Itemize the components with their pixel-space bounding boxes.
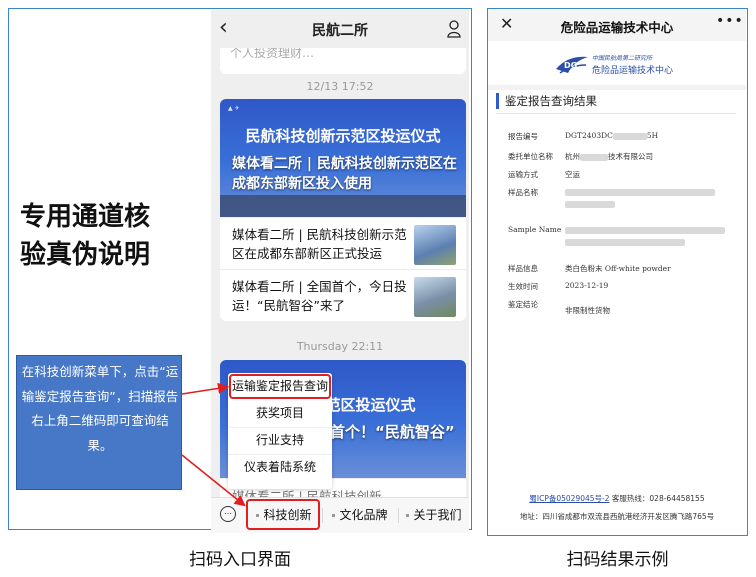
section-accent-bar xyxy=(496,93,499,109)
section-title: 鉴定报告查询结果 xyxy=(505,94,597,108)
footer-icp: 蜀ICP备05029045号-2 客服热线：028-64458155 xyxy=(488,493,746,504)
section-underline xyxy=(496,113,736,114)
menu-item-industry-support[interactable]: 行业支持 xyxy=(228,427,332,455)
field-label: 报告编号 xyxy=(508,132,538,141)
account-title: 民航二所 xyxy=(312,23,368,39)
list-item-title: 媒体看二所 | 民航科技创新示范区在成都东部新区正式投运 xyxy=(232,227,407,261)
center-logo: DG 中国民航局第二研究所 危险品运输技术中心 xyxy=(488,45,746,83)
timestamp: Thursday 22:11 xyxy=(296,340,384,353)
section-divider xyxy=(488,85,746,90)
user-icon[interactable] xyxy=(447,20,461,38)
field-value: 2023-12-19 xyxy=(565,281,609,290)
menu-item-awards[interactable]: 获奖项目 xyxy=(228,400,332,428)
menu-item-report-query[interactable]: 运输鉴定报告查询 xyxy=(229,374,331,399)
list-item[interactable]: 媒体看二所 | 全国首个，今日投运！“民航智谷”来了 xyxy=(220,269,466,321)
field-label: 委托单位名称 xyxy=(508,152,553,161)
caption-entry: 扫码入口界面 xyxy=(189,550,291,570)
headline: 专用通道核 验真伪说明 xyxy=(20,198,150,274)
menu-item-ils[interactable]: 仪表着陆系统 xyxy=(228,454,332,481)
field-value: 类白色粉末 Off-white powder xyxy=(565,264,671,273)
hotline: 客服热线：028-64458155 xyxy=(611,494,705,503)
article-card[interactable]: ▲ ✈ 民航科技创新示范区投运仪式 媒体看二所 | 民航科技创新示范区在成都东部… xyxy=(220,99,466,321)
field-label: 生效时间 xyxy=(508,282,538,291)
field-value: 杭州 技术有限公司 xyxy=(565,152,653,161)
field-label: Sample Name xyxy=(508,225,562,234)
timestamp: 12/13 17:52 xyxy=(306,80,374,93)
highlight-frame xyxy=(246,499,320,530)
keyboard-icon[interactable]: ⋯ xyxy=(220,506,236,522)
list-item[interactable]: 媒体看二所 | 民航科技创新示范区在成都东部新区正式投运 xyxy=(220,217,466,270)
instruction-callout: 在科技创新菜单下，点击“运输鉴定报告查询”，扫描报告右上角二维码即可查询结果。 xyxy=(16,355,182,490)
icp-link[interactable]: 蜀ICP备05029045号-2 xyxy=(529,494,609,503)
result-screenshot-frame: ✕ 危险品运输技术中心 ••• DG 中国民航局第二研究所 危险品运输技术中心 … xyxy=(487,8,748,536)
banner-photo xyxy=(220,195,466,217)
banner-logos: ▲ ✈ xyxy=(228,105,240,112)
list-item-thumbnail xyxy=(414,277,456,317)
footer-address: 地址：四川省成都市双流县西航港经济开发区腾飞路765号 xyxy=(519,512,715,521)
article-banner[interactable]: ▲ ✈ 民航科技创新示范区投运仪式 媒体看二所 | 民航科技创新示范区在成都东部… xyxy=(220,99,466,217)
headline-line-1: 专用通道核 xyxy=(20,202,151,232)
menu-culture-brand-label: 文化品牌 xyxy=(339,508,388,522)
menu-about-us-label: 关于我们 xyxy=(413,508,462,522)
logo-center-name: 危险品运输技术中心 xyxy=(592,66,674,76)
field-value-redacted xyxy=(565,187,725,208)
banner-event-title: 民航科技创新示范区投运仪式 xyxy=(245,127,441,145)
result-top-bar: ✕ 危险品运输技术中心 ••• xyxy=(488,9,746,41)
field-label: 运输方式 xyxy=(508,170,538,179)
field-label: 样品信息 xyxy=(508,264,538,273)
more-icon[interactable]: ••• xyxy=(716,13,744,29)
field-value-redacted xyxy=(565,225,735,246)
menu-culture-brand[interactable]: 文化品牌 xyxy=(323,498,397,533)
svg-text:DG: DG xyxy=(564,61,577,70)
logo-icon: DG xyxy=(556,56,588,74)
caption-result: 扫码结果示例 xyxy=(566,550,669,570)
field-value: DGT2403DC 5H xyxy=(565,131,659,140)
headline-line-2: 验真伪说明 xyxy=(20,240,151,270)
field-value: 非限制性货物 xyxy=(565,306,610,315)
field-value: 空运 xyxy=(565,170,580,179)
field-label: 鉴定结论 xyxy=(508,300,538,309)
banner-headline: 首个！“民航智谷” xyxy=(330,423,455,441)
instruction-text: 在科技创新菜单下，点击“运输鉴定报告查询”，扫描报告右上角二维码即可查询结果。 xyxy=(21,364,179,453)
top-bar: ‹ 民航二所 xyxy=(211,10,469,48)
list-item-thumbnail xyxy=(414,225,456,265)
menu-about-us[interactable]: 关于我们 xyxy=(399,498,469,533)
logo-institute-name: 中国民航局第二研究所 xyxy=(592,55,653,62)
field-label: 样品名称 xyxy=(508,188,538,197)
result-page-title: 危险品运输技术中心 xyxy=(560,20,674,35)
banner-headline: 媒体看二所 | 民航科技创新示范区在成都东部新区投入使用 xyxy=(232,156,457,192)
list-item-title: 媒体看二所 | 全国首个，今日投运！“民航智谷”来了 xyxy=(232,279,407,313)
